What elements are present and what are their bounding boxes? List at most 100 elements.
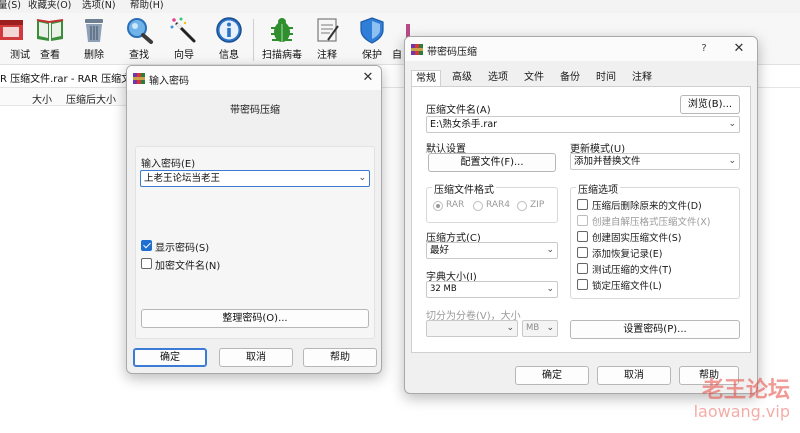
archive-dialog-titlebar: 带密码压缩 ? ✕ bbox=[405, 37, 757, 61]
format-rar4-radio[interactable] bbox=[473, 201, 483, 211]
show-password-label: 显示密码(S) bbox=[155, 243, 210, 254]
chevron-down-icon[interactable]: ⌄ bbox=[546, 321, 554, 336]
profiles-button[interactable]: 配置文件(F)... bbox=[428, 153, 556, 172]
view-book-icon bbox=[36, 19, 64, 41]
password-dialog: 输入密码 ✕ 带密码压缩 输入密码(E) 上老王论坛当老王 ⌄ 显示密码(S) … bbox=[126, 65, 382, 374]
chevron-down-icon[interactable]: ⌄ bbox=[546, 243, 554, 258]
format-zip-radio[interactable] bbox=[517, 201, 527, 211]
dictionary-value: 32 MB bbox=[430, 284, 457, 294]
test-icon bbox=[0, 20, 23, 40]
close-icon[interactable]: ✕ bbox=[727, 40, 751, 58]
archive-name-label: 压缩文件名(A) bbox=[426, 105, 491, 116]
option-recovery-checkbox[interactable] bbox=[577, 247, 588, 258]
toolbar-protect-button[interactable]: 保护 bbox=[350, 16, 394, 64]
option-recovery-label: 添加恢复记录(E) bbox=[592, 249, 663, 260]
option-delete-after-checkbox[interactable] bbox=[577, 199, 588, 210]
archive-name-field[interactable]: E:\熟女杀手.rar ⌄ bbox=[426, 116, 740, 133]
password-cancel-button[interactable]: 取消 bbox=[219, 348, 293, 367]
toolbar-delete-button[interactable]: 删除 bbox=[72, 16, 116, 64]
update-mode-value: 添加并替换文件 bbox=[574, 156, 641, 167]
tab-time[interactable]: 时间 bbox=[591, 70, 621, 86]
password-value: 上老王论坛当老王 bbox=[144, 173, 221, 184]
password-dialog-titlebar: 输入密码 ✕ bbox=[127, 66, 381, 90]
chevron-down-icon[interactable]: ⌄ bbox=[728, 117, 736, 132]
bug-icon bbox=[271, 18, 293, 42]
browse-button[interactable]: 浏览(B)... bbox=[680, 95, 740, 114]
watermark-url: laowang.vip bbox=[693, 402, 790, 421]
tab-files[interactable]: 文件 bbox=[519, 70, 549, 86]
help-icon[interactable]: ? bbox=[695, 40, 713, 58]
option-delete-after-label: 压缩后删除原来的文件(D) bbox=[592, 201, 702, 212]
format-zip-label: ZIP bbox=[530, 200, 545, 210]
split-unit-value: MB bbox=[526, 323, 540, 333]
toolbar-virus-scan-button[interactable]: 扫描病毒 bbox=[258, 16, 306, 64]
encrypt-names-checkbox[interactable] bbox=[141, 258, 152, 269]
option-sfx-checkbox[interactable] bbox=[577, 215, 588, 226]
password-dialog-title: 输入密码 bbox=[149, 76, 189, 87]
trash-icon bbox=[85, 19, 103, 42]
method-value: 最好 bbox=[430, 245, 450, 256]
magnifier-icon bbox=[127, 18, 153, 44]
menu-item-help[interactable]: 帮助(H) bbox=[130, 0, 164, 12]
option-solid-label: 创建固实压缩文件(S) bbox=[592, 233, 682, 244]
format-rar-radio[interactable] bbox=[433, 201, 443, 211]
password-input-label: 输入密码(E) bbox=[141, 159, 196, 170]
shield-icon bbox=[360, 17, 384, 44]
archive-options-label: 压缩选项 bbox=[576, 181, 620, 196]
toolbar-info-button[interactable]: 信息 bbox=[207, 16, 251, 64]
option-lock-label: 锁定压缩文件(L) bbox=[592, 281, 662, 292]
toolbar-view-button[interactable]: 查看 bbox=[28, 16, 72, 64]
chevron-down-icon[interactable]: ⌄ bbox=[546, 282, 554, 297]
method-select[interactable]: 最好 ⌄ bbox=[426, 242, 558, 259]
toolbar-comment-button[interactable]: 注释 bbox=[305, 16, 349, 64]
menu-bar: 量(S) 收藏夹(O) 选项(N) 帮助(H) bbox=[0, 0, 800, 13]
option-lock-checkbox[interactable] bbox=[577, 279, 588, 290]
info-icon bbox=[216, 17, 242, 43]
chevron-down-icon[interactable]: ⌄ bbox=[506, 321, 514, 336]
show-password-checkbox[interactable] bbox=[141, 240, 152, 251]
password-ok-button[interactable]: 确定 bbox=[133, 348, 207, 367]
archive-path-text: R 压缩文件.rar - RAR 压缩文 bbox=[0, 74, 132, 85]
tab-advanced[interactable]: 高级 bbox=[447, 70, 477, 86]
password-dialog-heading: 带密码压缩 bbox=[230, 105, 280, 116]
menu-item-command[interactable]: 量(S) bbox=[0, 0, 21, 12]
password-help-button[interactable]: 帮助 bbox=[303, 348, 377, 367]
winrar-icon bbox=[411, 44, 423, 55]
toolbar-separator bbox=[253, 19, 254, 61]
column-packed-size[interactable]: 压缩后大小 bbox=[66, 91, 116, 106]
column-size[interactable]: 大小 bbox=[32, 91, 52, 106]
format-rar-label: RAR bbox=[446, 200, 465, 210]
wand-icon bbox=[170, 17, 196, 43]
menu-item-options[interactable]: 选项(N) bbox=[82, 0, 116, 12]
archive-name-value: E:\熟女杀手.rar bbox=[430, 119, 498, 130]
tab-comment[interactable]: 注释 bbox=[627, 70, 657, 86]
dictionary-select[interactable]: 32 MB ⌄ bbox=[426, 281, 558, 298]
organize-passwords-button[interactable]: 整理密码(O)... bbox=[141, 309, 369, 328]
set-password-button[interactable]: 设置密码(P)... bbox=[570, 320, 740, 339]
close-icon[interactable]: ✕ bbox=[356, 69, 380, 87]
archive-dialog-title: 带密码压缩 bbox=[427, 47, 477, 58]
tab-general[interactable]: 常规 bbox=[411, 70, 441, 86]
format-rar4-label: RAR4 bbox=[486, 200, 511, 210]
tab-options[interactable]: 选项 bbox=[483, 70, 513, 86]
option-test-label: 测试压缩的文件(T) bbox=[592, 265, 672, 276]
split-unit-select[interactable]: MB ⌄ bbox=[522, 320, 558, 337]
toolbar-wizard-button[interactable]: 向导 bbox=[162, 16, 206, 64]
option-test-checkbox[interactable] bbox=[577, 263, 588, 274]
option-solid-checkbox[interactable] bbox=[577, 231, 588, 242]
chevron-down-icon[interactable]: ⌄ bbox=[358, 171, 366, 186]
password-input[interactable]: 上老王论坛当老王 ⌄ bbox=[140, 170, 370, 187]
split-size-field[interactable]: ⌄ bbox=[426, 320, 518, 337]
update-mode-select[interactable]: 添加并替换文件 ⌄ bbox=[570, 153, 740, 170]
encrypt-names-label: 加密文件名(N) bbox=[155, 261, 221, 272]
archive-ok-button[interactable]: 确定 bbox=[515, 366, 589, 385]
toolbar-find-button[interactable]: 查找 bbox=[117, 16, 161, 64]
chevron-down-icon[interactable]: ⌄ bbox=[728, 154, 736, 169]
option-sfx-label: 创建自解压格式压缩文件(X) bbox=[592, 217, 711, 228]
note-icon bbox=[317, 18, 339, 42]
menu-item-favorites[interactable]: 收藏夹(O) bbox=[28, 0, 71, 12]
tab-backup[interactable]: 备份 bbox=[555, 70, 585, 86]
winrar-icon bbox=[133, 73, 145, 84]
archive-settings-dialog: 带密码压缩 ? ✕ 常规 高级 选项 文件 备份 时间 注释 压缩文件名(A) … bbox=[404, 36, 758, 394]
archive-format-label: 压缩文件格式 bbox=[432, 181, 496, 196]
